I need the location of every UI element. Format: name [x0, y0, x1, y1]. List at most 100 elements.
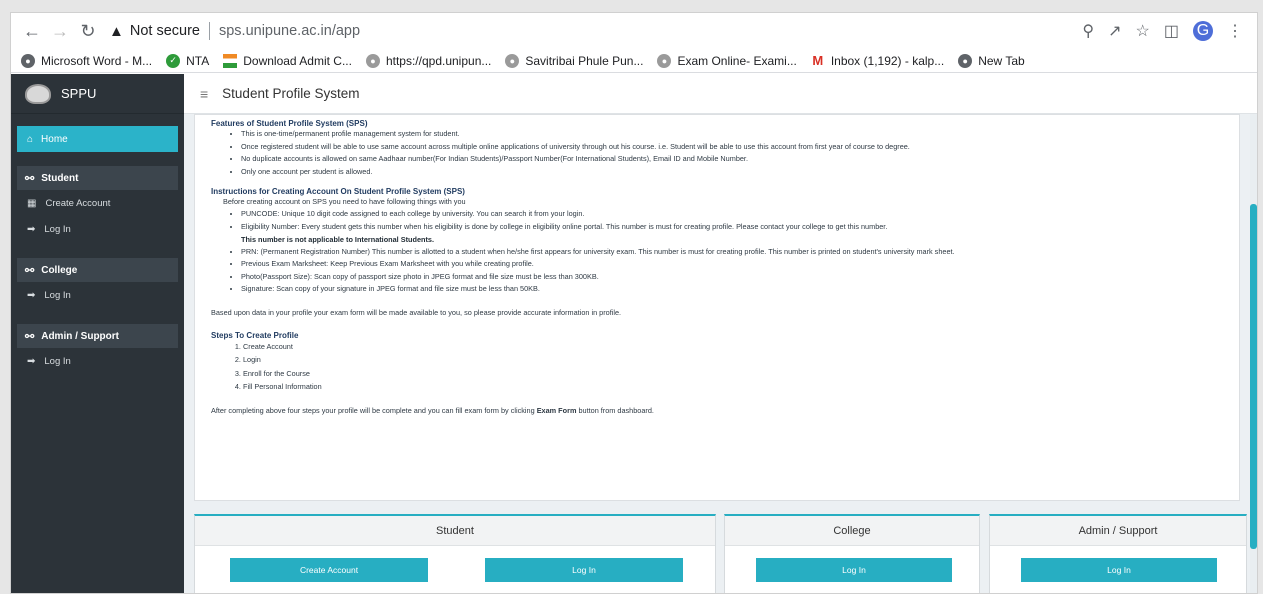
sidebar-item-home[interactable]: ⌂ Home	[17, 126, 178, 152]
instructions-intro: Before creating account on SPS you need …	[223, 197, 466, 207]
lock-icon: ⚯	[25, 264, 35, 277]
bookmark-label: Exam Online- Exami...	[677, 53, 797, 68]
sidebar-item-label: Log In	[44, 289, 71, 301]
list-item: Enroll for the Course	[243, 367, 1223, 380]
bookmark-item[interactable]: Download Admit C...	[223, 53, 352, 68]
instructions-title: Instructions for Creating Account On Stu…	[211, 187, 465, 197]
features-list: This is one-time/permanent profile manag…	[241, 128, 1223, 178]
admin-panel: Admin / Support Log In	[989, 514, 1247, 593]
college-login-button[interactable]: Log In	[756, 558, 952, 582]
main-area: ≡ Student Profile System Features of Stu…	[184, 74, 1257, 593]
toolbar-actions: ⚲ ↗ ☆ ◫ G ⋮	[1082, 21, 1243, 41]
sidebar-item-label: Home	[41, 133, 68, 145]
list-item: Signature: Scan copy of your signature i…	[241, 283, 1223, 296]
not-secure-label[interactable]: Not secure	[130, 23, 200, 39]
bookmark-item[interactable]: ● New Tab	[958, 53, 1025, 68]
list-item: Once registered student will be able to …	[241, 141, 1223, 154]
bookmarks-bar: ● Microsoft Word - M... ✓ NTA Download Adm…	[11, 49, 1257, 73]
list-item: Previous Exam Marksheet: Keep Previous E…	[241, 258, 1223, 271]
closing-text-end: button from dashboard.	[576, 406, 654, 416]
omnibox-separator	[208, 22, 210, 40]
gmail-icon: M	[812, 53, 824, 68]
side-panel-icon[interactable]: ◫	[1164, 21, 1179, 41]
panel-title: Admin / Support	[990, 516, 1246, 546]
share-icon[interactable]: ↗	[1108, 21, 1121, 41]
panel-title: College	[725, 516, 979, 546]
browser-window: ← → ↻ ▲ Not secure sps.unipune.ac.in/app…	[10, 12, 1258, 594]
panel-title: Student	[195, 516, 715, 546]
menu-icon[interactable]: ⋮	[1227, 21, 1243, 41]
bookmark-item[interactable]: M Inbox (1,192) - kalp...	[811, 53, 945, 68]
bookmark-label: https://qpd.unipun...	[385, 53, 492, 68]
bookmark-item[interactable]: ● https://qpd.unipun...	[365, 53, 492, 68]
back-icon[interactable]: ←	[19, 18, 45, 44]
sidebar-item-label: Create Account	[45, 197, 111, 209]
globe-icon: ●	[21, 53, 35, 68]
bookmark-label: Download Admit C...	[243, 53, 352, 68]
bookmark-item[interactable]: ● Exam Online- Exami...	[657, 53, 797, 68]
sidebar-item-college-login[interactable]: ➡ Log In	[11, 282, 184, 308]
list-item: Eligibility Number: Every student gets t…	[241, 221, 1223, 234]
sidebar-section-student: ⚯ Student	[17, 166, 178, 190]
list-item: Fill Personal Information	[243, 380, 1223, 393]
bookmark-label: NTA	[186, 53, 210, 68]
star-icon[interactable]: ☆	[1136, 21, 1150, 41]
profile-avatar[interactable]: G	[1193, 21, 1213, 41]
college-panel: College Log In	[724, 514, 980, 593]
page-title: Student Profile System	[222, 86, 360, 101]
admin-login-button[interactable]: Log In	[1021, 558, 1217, 582]
scrollbar-track[interactable]	[1250, 114, 1257, 593]
features-title: Features of Student Profile System (SPS)	[211, 119, 368, 128]
login-icon: ➡	[27, 289, 36, 301]
sidebar: SPPU ⌂ Home ⚯ Student ▦ Create Account ➡…	[11, 74, 184, 593]
forward-icon[interactable]: →	[47, 18, 73, 44]
lock-icon: ⚯	[25, 330, 35, 343]
bookmark-label: Savitribai Phule Pun...	[525, 53, 644, 68]
lock-icon: ⚯	[25, 172, 35, 185]
list-item: PRN: (Permanent Registration Number) Thi…	[241, 246, 1223, 259]
url-text[interactable]: sps.unipune.ac.in/app	[219, 23, 360, 39]
scrollbar-thumb[interactable]	[1250, 204, 1257, 549]
sidebar-item-admin-login[interactable]: ➡ Log In	[11, 348, 184, 374]
sidebar-item-label: Log In	[44, 355, 71, 367]
sidebar-item-create-account[interactable]: ▦ Create Account	[11, 190, 184, 216]
globe-icon: ●	[958, 53, 973, 68]
hamburger-icon[interactable]: ≡	[200, 86, 208, 102]
based-upon-text: Based upon data in your profile your exa…	[211, 307, 622, 317]
instructions-list: PUNCODE: Unique 10 digit code assigned t…	[241, 208, 1223, 233]
closing-text-start: After completing above four steps your p…	[211, 406, 537, 416]
zoom-icon[interactable]: ⚲	[1082, 21, 1094, 41]
bookmark-item[interactable]: ✓ NTA	[166, 53, 210, 68]
list-item: This is one-time/permanent profile manag…	[241, 128, 1223, 141]
bookmark-label: New Tab	[978, 53, 1025, 68]
sppu-logo-icon	[25, 83, 51, 104]
instructions-list-rest: PRN: (Permanent Registration Number) Thi…	[241, 246, 1223, 296]
warning-icon[interactable]: ▲	[109, 23, 124, 40]
brand[interactable]: SPPU	[11, 74, 184, 114]
exam-form-emphasis: Exam Form	[536, 406, 577, 416]
sidebar-item-label: Log In	[44, 223, 71, 235]
reload-icon[interactable]: ↻	[75, 18, 101, 44]
home-icon: ⌂	[27, 133, 34, 145]
login-icon: ➡	[27, 223, 36, 235]
bookmark-item[interactable]: ● Microsoft Word - M...	[21, 53, 153, 68]
list-item: Only one account per student is allowed.	[241, 166, 1223, 179]
brand-name: SPPU	[61, 86, 97, 101]
steps-title: Steps To Create Profile	[211, 330, 299, 340]
header: ≡ Student Profile System	[184, 74, 1257, 114]
list-item: Photo(Passport Size): Scan copy of passp…	[241, 271, 1223, 284]
sidebar-section-admin: ⚯ Admin / Support	[17, 324, 178, 348]
steps-list: Create Account Login Enroll for the Cour…	[243, 340, 1223, 393]
create-account-button[interactable]: Create Account	[230, 558, 428, 582]
student-login-button[interactable]: Log In	[485, 558, 683, 582]
bookmark-item[interactable]: ● Savitribai Phule Pun...	[505, 53, 644, 68]
login-icon: ➡	[27, 355, 36, 367]
sidebar-item-student-login[interactable]: ➡ Log In	[11, 216, 184, 242]
list-item: No duplicate accounts is allowed on same…	[241, 153, 1223, 166]
bookmark-label: Microsoft Word - M...	[41, 53, 153, 68]
university-seal-icon: ●	[365, 53, 380, 68]
address-bar[interactable]: ▲ Not secure sps.unipune.ac.in/app	[109, 17, 1082, 45]
sidebar-section-label: College	[41, 264, 78, 276]
check-badge-icon: ✓	[166, 53, 181, 68]
bookmark-label: Inbox (1,192) - kalp...	[830, 53, 945, 68]
